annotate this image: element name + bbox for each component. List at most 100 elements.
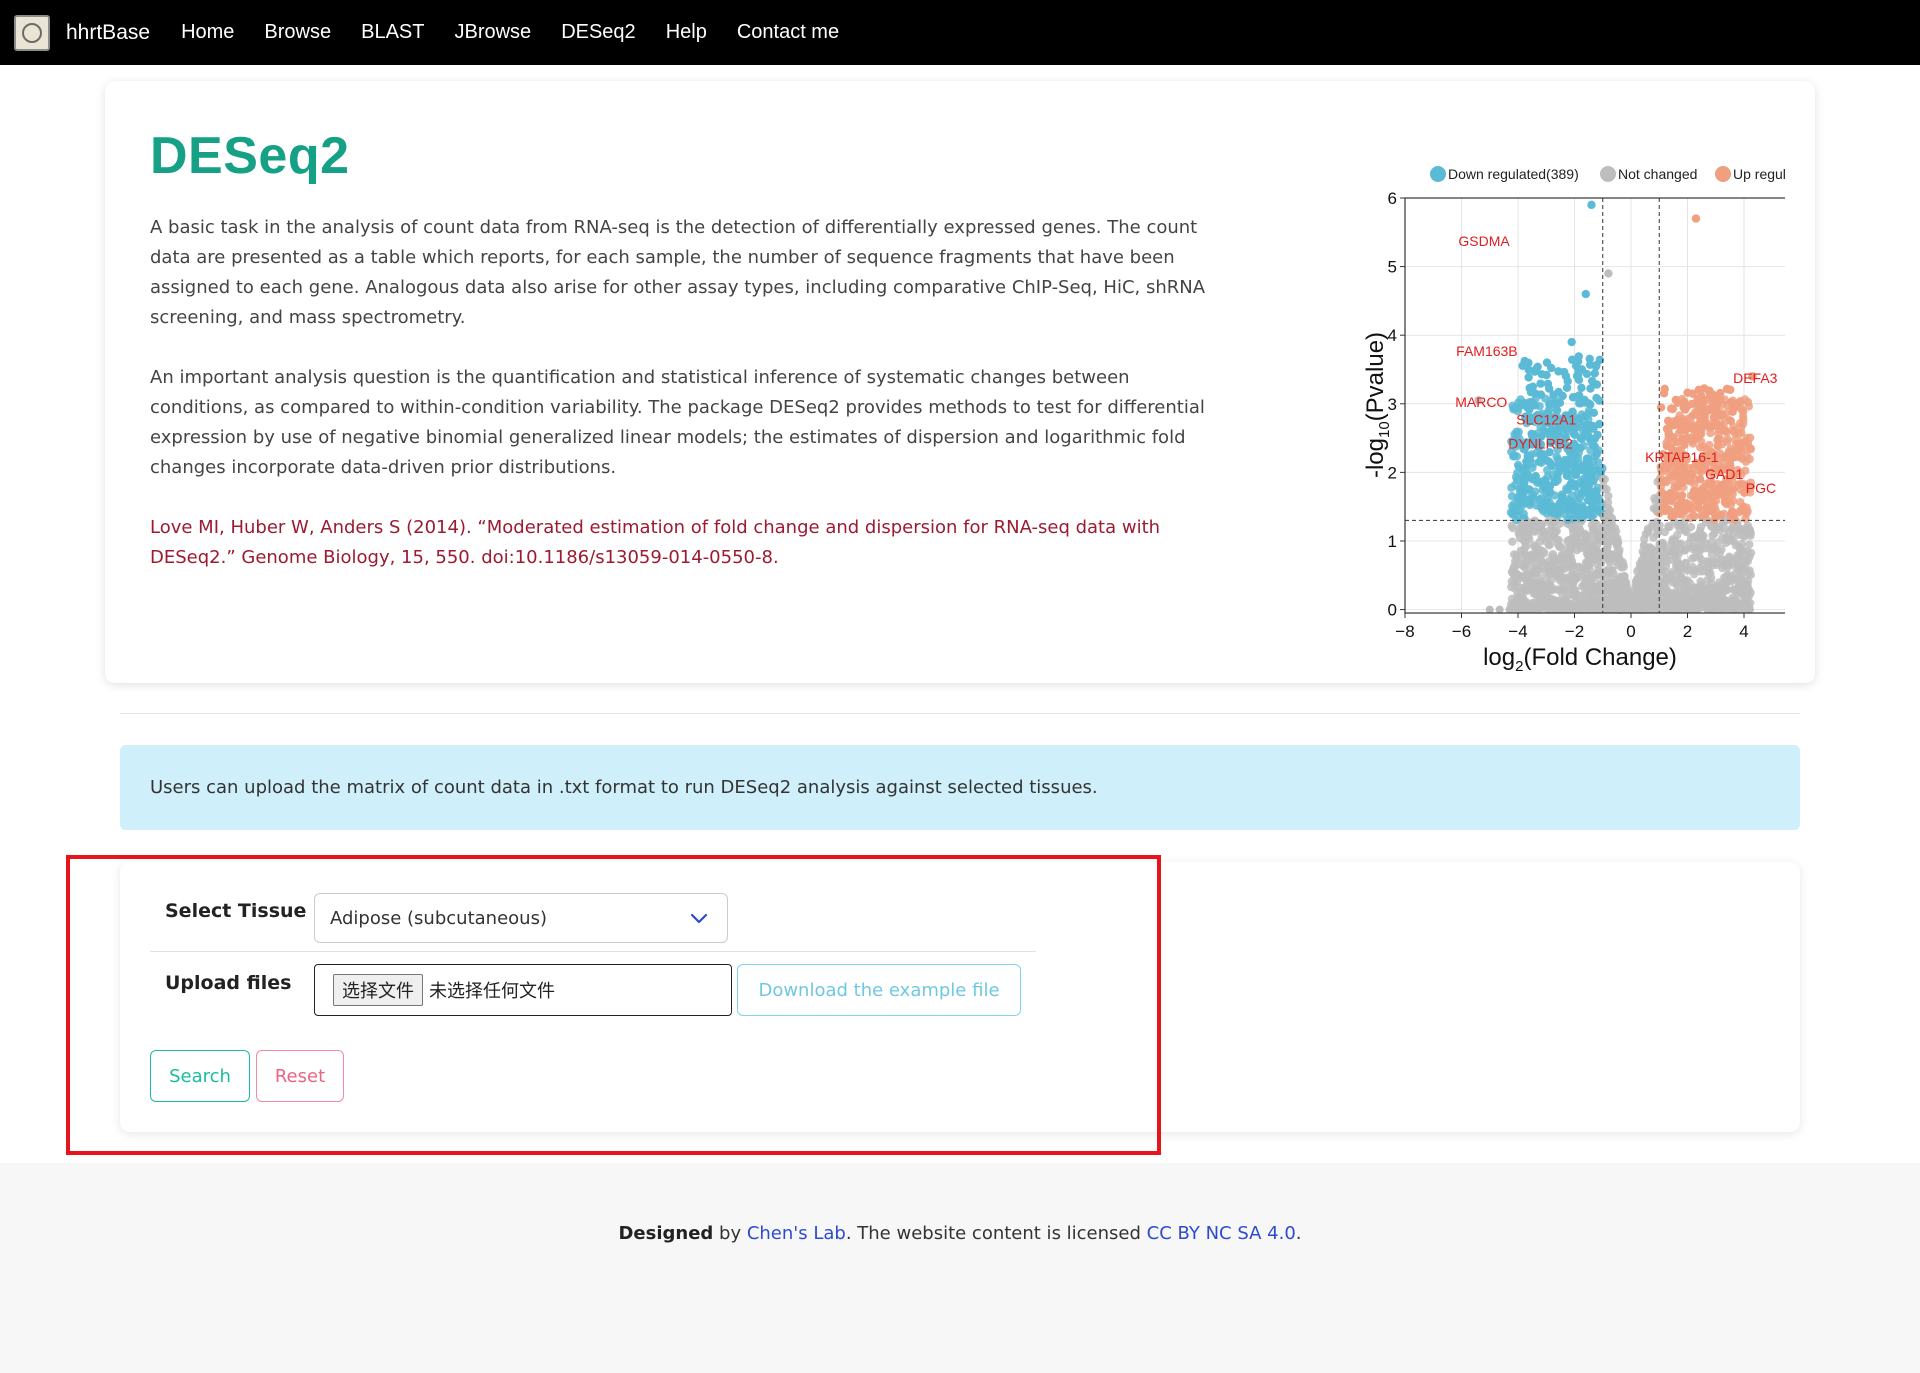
data-point (1657, 554, 1666, 563)
data-point-up (1667, 471, 1677, 480)
y-tick-label: 1 (1388, 532, 1397, 551)
data-point (1505, 605, 1514, 614)
data-point-down (1561, 371, 1571, 381)
x-tick-label: 0 (1626, 622, 1635, 641)
file-upload-input[interactable]: 选择文件 未选择任何文件 (314, 964, 732, 1016)
nav-browse[interactable]: Browse (264, 21, 331, 44)
tissue-select[interactable]: Adipose (subcutaneous) (314, 893, 728, 943)
data-point (1587, 200, 1596, 210)
data-point-up (1721, 498, 1731, 507)
data-point-down (1578, 465, 1587, 475)
data-point-down (1588, 440, 1597, 450)
data-point-up (1659, 506, 1669, 515)
data-point (1604, 269, 1613, 278)
nav-jbrowse[interactable]: JBrowse (454, 21, 531, 44)
data-point (1690, 512, 1699, 521)
legend-nc-label: Not changed (1618, 166, 1697, 182)
data-point-down (1522, 498, 1531, 508)
data-point (1519, 562, 1528, 571)
data-point (1641, 529, 1651, 539)
main-content: DESeq2 A basic task in the analysis of c… (0, 65, 1920, 1163)
data-point (1507, 483, 1516, 492)
footer-end: . (1295, 1223, 1302, 1244)
data-point (1547, 575, 1556, 585)
brand-name[interactable]: hhrtBase (66, 21, 150, 45)
data-point (1743, 597, 1752, 607)
data-point (1710, 601, 1719, 610)
data-point-down (1545, 400, 1554, 409)
nav-deseq2[interactable]: DESeq2 (561, 21, 636, 44)
deseq2-form: Select Tissue Adipose (subcutaneous) Upl… (120, 862, 1800, 1132)
data-point (1694, 534, 1704, 543)
legend-up-marker (1715, 166, 1731, 182)
data-point-up (1721, 426, 1730, 435)
data-point (1696, 555, 1706, 564)
data-point-up (1664, 428, 1673, 438)
data-point (1631, 582, 1640, 591)
data-point (1731, 605, 1741, 614)
data-point (1734, 530, 1743, 540)
data-point (1680, 546, 1689, 555)
footer-designed: Designed (618, 1223, 714, 1244)
data-point (1717, 545, 1726, 554)
data-point (1743, 547, 1753, 556)
gene-label: MARCO (1455, 394, 1507, 410)
data-point-down (1549, 502, 1558, 511)
data-point-up (1678, 434, 1687, 444)
data-point (1645, 558, 1654, 567)
data-point (1736, 445, 1746, 455)
data-point (1614, 553, 1624, 562)
data-point (1683, 605, 1692, 614)
x-tick-label: −4 (1508, 622, 1527, 641)
search-button[interactable]: Search (150, 1050, 250, 1102)
data-point-up (1729, 426, 1738, 435)
data-point (1535, 605, 1544, 614)
data-point-up (1672, 416, 1682, 425)
data-point (1643, 605, 1652, 614)
reset-button[interactable]: Reset (256, 1050, 344, 1102)
data-point-up (1712, 420, 1721, 429)
data-point-down (1592, 360, 1601, 370)
license-link[interactable]: CC BY NC SA 4.0 (1147, 1223, 1296, 1244)
nav-blast[interactable]: BLAST (361, 21, 424, 44)
data-point (1664, 589, 1674, 598)
volcano-plot: Down regulated(389) Not changed Up regul… (1362, 166, 1785, 675)
data-point-down (1547, 460, 1556, 470)
data-point-down (1567, 355, 1577, 364)
data-point-up (1668, 404, 1677, 414)
y-axis-label: -log10(Pvalue) (1362, 332, 1393, 478)
data-point (1585, 575, 1595, 584)
data-point (1564, 605, 1573, 614)
data-point (1663, 605, 1672, 614)
data-point (1673, 605, 1682, 614)
data-point (1604, 605, 1613, 614)
download-example-button[interactable]: Download the example file (737, 964, 1021, 1016)
nav-home[interactable]: Home (181, 21, 234, 44)
nav-contact[interactable]: Contact me (737, 21, 839, 44)
data-point (1522, 574, 1531, 583)
y-tick-label: 5 (1388, 258, 1397, 277)
data-point (1542, 560, 1551, 569)
data-point (1661, 567, 1670, 576)
data-point (1572, 545, 1581, 555)
data-point (1563, 537, 1572, 546)
brand-logo-icon[interactable] (14, 14, 50, 51)
data-point-down (1580, 395, 1589, 405)
data-point (1706, 573, 1716, 583)
choose-file-button[interactable]: 选择文件 (333, 974, 423, 1006)
data-point-up (1709, 487, 1719, 497)
data-point-down (1584, 480, 1594, 490)
data-point (1619, 560, 1628, 570)
chens-lab-link[interactable]: Chen's Lab (747, 1223, 846, 1244)
data-point-up (1715, 394, 1725, 403)
data-point (1745, 540, 1754, 549)
data-point (1726, 575, 1735, 584)
legend-down-label: Down regulated(389) (1448, 166, 1579, 182)
data-point-down (1562, 383, 1572, 392)
nav-help[interactable]: Help (666, 21, 707, 44)
data-point (1733, 587, 1743, 597)
data-point (1656, 586, 1666, 595)
data-point (1539, 588, 1548, 598)
data-point (1670, 548, 1679, 557)
data-point (1734, 552, 1744, 562)
